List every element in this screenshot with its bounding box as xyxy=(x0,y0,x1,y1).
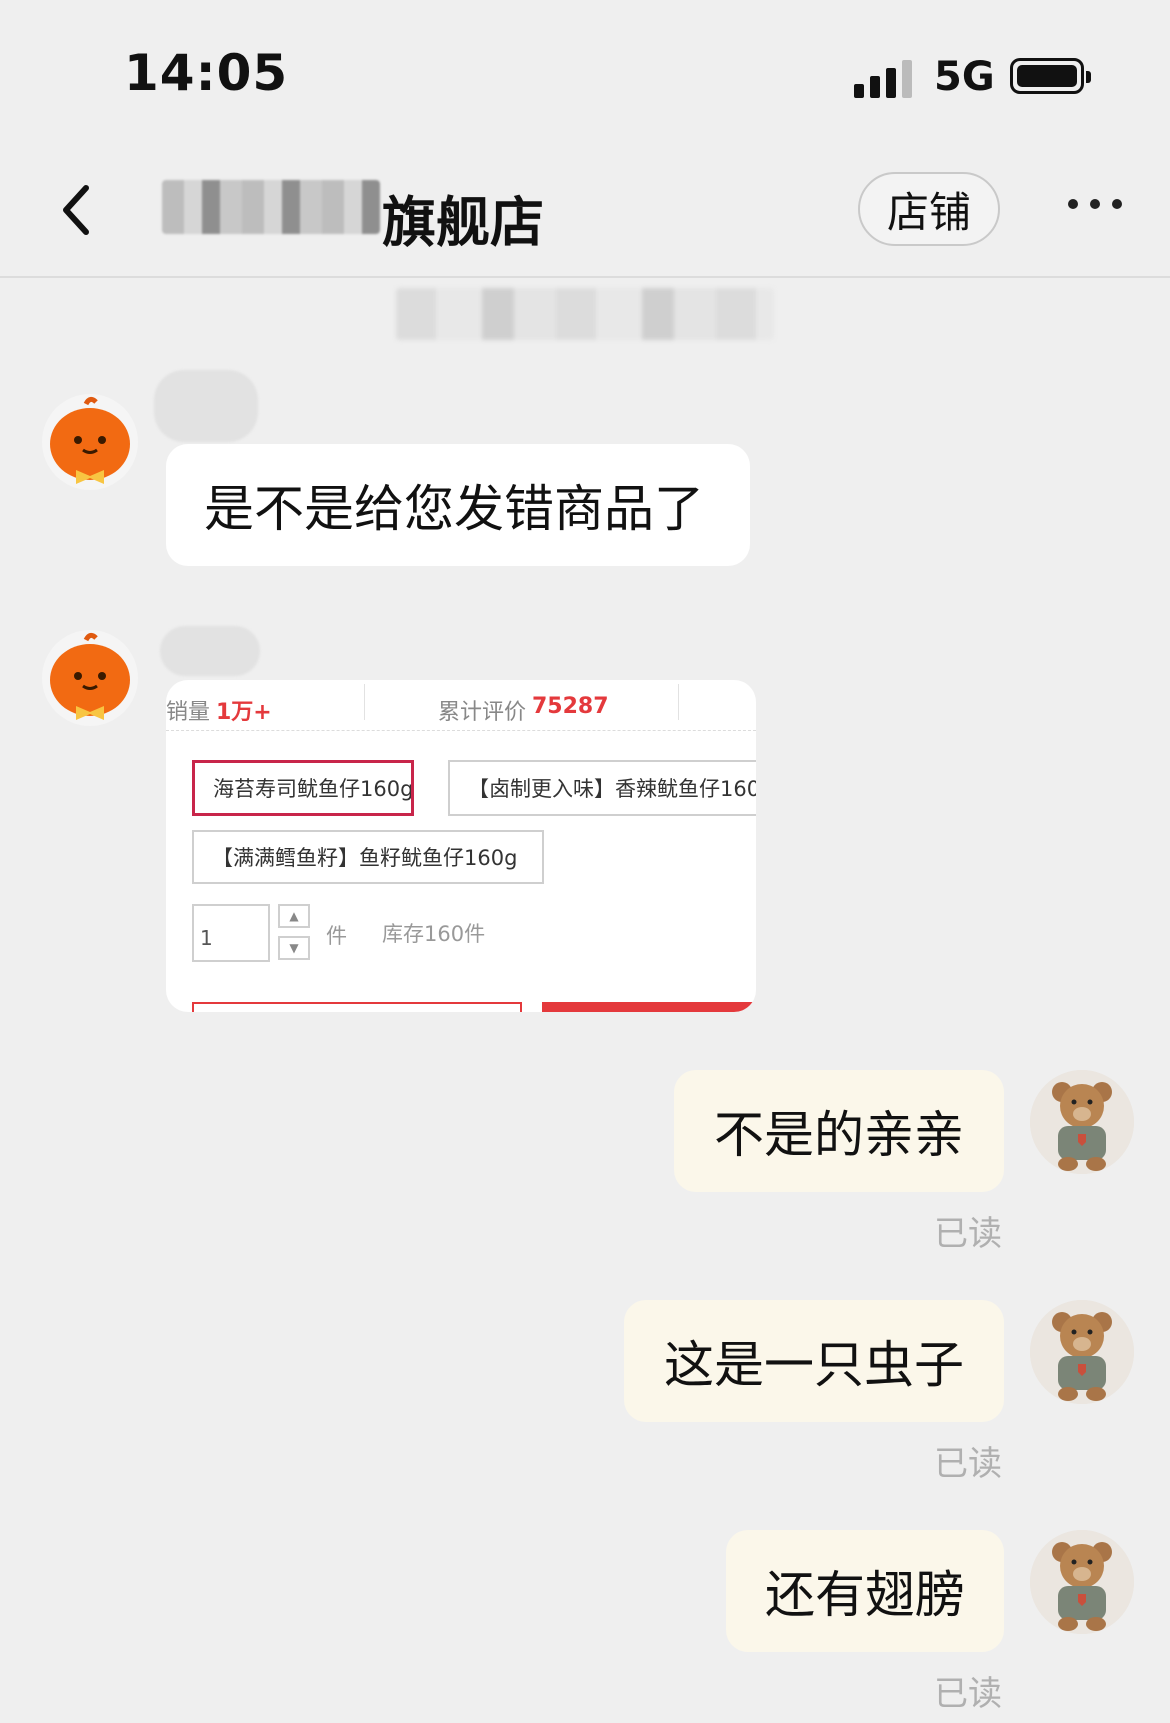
product-image-message[interactable]: 销量 1万+ 累计评价 75287 海苔寿司鱿鱼仔160g 【卤制更入味】香辣鱿… xyxy=(166,680,756,1012)
user-avatar[interactable] xyxy=(1030,1070,1134,1174)
message-bubble[interactable]: 是不是给您发错商品了 xyxy=(166,444,750,566)
add-to-cart-edge xyxy=(192,1002,522,1012)
quantity-field: 1 xyxy=(192,904,270,962)
read-receipt: 已读 xyxy=(934,1444,1002,1484)
store-avatar[interactable] xyxy=(40,628,140,728)
network-type: 5G xyxy=(934,54,995,100)
sku-option: 【满满鳕鱼籽】鱼籽鱿鱼仔160g xyxy=(192,830,544,884)
sender-name-redacted xyxy=(160,626,260,676)
user-avatar[interactable] xyxy=(1030,1530,1134,1634)
sales-label: 销量 xyxy=(166,700,211,725)
store-name-redacted xyxy=(162,180,380,234)
sender-name-redacted xyxy=(154,370,258,442)
message-bubble[interactable]: 不是的亲亲 xyxy=(674,1070,1004,1192)
sku-option: 【卤制更入味】香辣鱿鱼仔160g xyxy=(448,760,756,816)
message-bubble[interactable]: 还有翅膀 xyxy=(726,1530,1004,1652)
product-stats-row: 销量 1万+ 累计评价 75287 xyxy=(166,680,756,731)
sales-value: 1万+ xyxy=(216,700,272,725)
shop-button[interactable]: 店铺 xyxy=(858,172,1000,246)
message-bubble[interactable]: 这是一只虫子 xyxy=(624,1300,1004,1422)
more-options-icon[interactable] xyxy=(1068,196,1126,216)
reviews-value: 75287 xyxy=(532,694,609,719)
increase-icon: ▲ xyxy=(278,904,310,928)
stock-text: 库存160件 xyxy=(382,922,486,946)
header-divider xyxy=(0,276,1170,278)
timestamp-redacted xyxy=(396,288,774,340)
battery-icon xyxy=(1010,58,1091,94)
back-chevron-icon[interactable] xyxy=(52,180,102,240)
user-avatar[interactable] xyxy=(1030,1300,1134,1404)
sku-option-selected: 海苔寿司鱿鱼仔160g xyxy=(192,760,414,816)
status-time: 14:05 xyxy=(124,44,289,102)
decrease-icon: ▼ xyxy=(278,936,310,960)
store-title: 旗舰店 xyxy=(382,191,544,254)
read-receipt: 已读 xyxy=(934,1214,1002,1254)
quantity-unit: 件 xyxy=(326,924,347,948)
read-receipt: 已读 xyxy=(934,1674,1002,1714)
store-avatar[interactable] xyxy=(40,392,140,492)
buy-now-edge xyxy=(542,1002,756,1012)
signal-icon xyxy=(854,58,916,98)
reviews-label: 累计评价 xyxy=(438,700,527,725)
